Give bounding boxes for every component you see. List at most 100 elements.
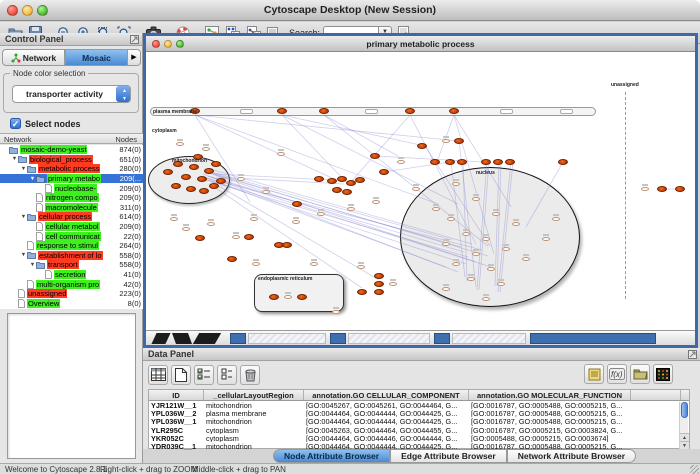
gene-node-small[interactable] [487, 267, 495, 271]
tab-node-attribute-browser[interactable]: Node Attribute Browser [273, 449, 390, 463]
gene-node[interactable] [558, 159, 568, 165]
gene-node-small[interactable] [237, 177, 245, 181]
gene-node[interactable] [297, 294, 307, 300]
gene-node[interactable] [197, 176, 207, 182]
gene-node[interactable] [292, 201, 302, 207]
scrollbar-thumb[interactable] [681, 402, 688, 418]
minimized-window-thumbnail[interactable] [248, 333, 326, 344]
notes-button[interactable] [584, 364, 604, 384]
function-button[interactable]: f(x) [607, 364, 627, 384]
gene-node-small[interactable] [389, 282, 397, 286]
gene-node[interactable] [195, 235, 205, 241]
gene-node[interactable] [430, 159, 440, 165]
gene-node[interactable] [319, 108, 329, 114]
gene-node-small[interactable] [170, 217, 178, 221]
gene-node[interactable] [449, 108, 459, 114]
gene-node-small[interactable] [452, 182, 460, 186]
gene-node-small[interactable] [284, 295, 292, 299]
gene-node[interactable] [445, 159, 455, 165]
network-canvas[interactable]: plasma membrane cytoplasm mitochondrion … [146, 52, 695, 330]
gene-node-small[interactable] [442, 242, 450, 246]
table-row[interactable]: YPL036W__2plasma membrane[GO:0044464, GO… [149, 409, 689, 417]
gene-node[interactable] [657, 186, 667, 192]
table-row[interactable]: YJR121W__1mitochondrion[GO:0045267, GO:0… [149, 401, 689, 409]
gene-node-small[interactable] [397, 160, 405, 164]
tab-overflow-button[interactable]: ▶ [128, 49, 141, 66]
gene-node[interactable] [374, 273, 384, 279]
gene-node[interactable] [282, 242, 292, 248]
gene-node-small[interactable] [641, 187, 649, 191]
table-row[interactable]: YKR052Ccytoplasm[GO:0044464, GO:0044446,… [149, 434, 689, 442]
gene-node[interactable] [675, 186, 685, 192]
tree-row[interactable]: ▼primary metabo209(... [0, 174, 143, 184]
gene-node-small[interactable] [442, 139, 450, 143]
gene-node[interactable] [277, 108, 287, 114]
gene-node-small[interactable] [497, 282, 505, 286]
gene-node-small[interactable] [252, 262, 260, 266]
gene-node-small[interactable] [482, 237, 490, 241]
color-attribute-dropdown[interactable]: transporter activity ▲▼ [12, 85, 131, 103]
gene-node-small[interactable] [202, 147, 210, 151]
tree-row[interactable]: multi-organism pro42(0) [0, 279, 143, 289]
gene-node-small[interactable] [182, 227, 190, 231]
import-attributes-button[interactable] [630, 364, 650, 384]
gene-node[interactable] [244, 234, 254, 240]
gene-node-small[interactable] [492, 212, 500, 216]
tree-row[interactable]: ▼transport558(0) [0, 260, 143, 270]
tree-row[interactable]: ▼biological_process651(0) [0, 155, 143, 165]
gene-node[interactable] [327, 178, 337, 184]
gene-node-small[interactable] [277, 152, 285, 156]
column-mode-button[interactable] [217, 365, 237, 385]
gene-node-small[interactable] [502, 247, 510, 251]
float-panel-icon[interactable] [688, 350, 697, 361]
attribute-grid-button[interactable] [148, 365, 168, 385]
tree-row[interactable]: nitrogen compo209(0) [0, 193, 143, 203]
gene-node[interactable] [374, 281, 384, 287]
gene-node-small[interactable] [262, 190, 270, 194]
gene-node[interactable] [209, 183, 219, 189]
gene-node-small[interactable] [552, 217, 560, 221]
gene-node[interactable] [417, 143, 427, 149]
delete-attribute-button[interactable] [240, 365, 260, 385]
gene-node[interactable] [163, 169, 173, 175]
network-view-titlebar[interactable]: primary metabolic process [146, 36, 695, 52]
column-header[interactable]: annotation.GO CELLULAR_COMPONENT [304, 390, 469, 400]
gene-node[interactable] [189, 164, 199, 170]
gene-node[interactable] [342, 189, 352, 195]
gene-node[interactable] [181, 174, 191, 180]
gene-node-small[interactable] [207, 222, 215, 226]
gene-node[interactable] [505, 159, 515, 165]
select-nodes-checkbox[interactable]: ✓ [10, 118, 21, 129]
table-row[interactable]: YPL036W__1mitochondrion[GO:0044464, GO:0… [149, 417, 689, 425]
tree-row[interactable]: mosaic-demo-yeast874(0) [0, 145, 143, 155]
minimized-window-thumbnail[interactable] [348, 333, 430, 344]
gene-node[interactable] [481, 159, 491, 165]
gene-node-small[interactable] [176, 142, 184, 146]
scroll-down-icon[interactable]: ▼ [680, 441, 689, 449]
tree-row[interactable]: Overview8(0) [0, 299, 143, 309]
gene-node-small[interactable] [310, 262, 318, 266]
tree-row[interactable]: secretion41(0) [0, 270, 143, 280]
gene-node-small[interactable] [292, 220, 300, 224]
tree-row[interactable]: unassigned223(0) [0, 289, 143, 299]
tree-row[interactable]: ▼cellular process614(0) [0, 212, 143, 222]
gene-node-small[interactable] [512, 222, 520, 226]
select-attributes-button[interactable] [194, 365, 214, 385]
gene-node[interactable] [216, 178, 226, 184]
minimized-window-icon[interactable] [330, 333, 346, 344]
gene-node[interactable] [379, 169, 389, 175]
gene-node-small[interactable] [250, 217, 258, 221]
matrix-button[interactable] [653, 364, 673, 384]
tab-network[interactable]: Network [2, 49, 65, 66]
gene-node[interactable] [355, 177, 365, 183]
gene-node[interactable] [227, 256, 237, 262]
gene-node[interactable] [457, 159, 467, 165]
table-row[interactable]: YLR295Ccytoplasm[GO:0045263, GO:0044464,… [149, 426, 689, 434]
gene-node-small[interactable] [332, 310, 340, 314]
tab-mosaic[interactable]: Mosaic [65, 49, 128, 66]
minimized-window-bar[interactable] [530, 333, 656, 344]
gene-node-small[interactable] [452, 262, 460, 266]
gene-node[interactable] [405, 108, 415, 114]
gene-node[interactable] [199, 188, 209, 194]
expander-icon[interactable]: ▼ [20, 214, 27, 220]
